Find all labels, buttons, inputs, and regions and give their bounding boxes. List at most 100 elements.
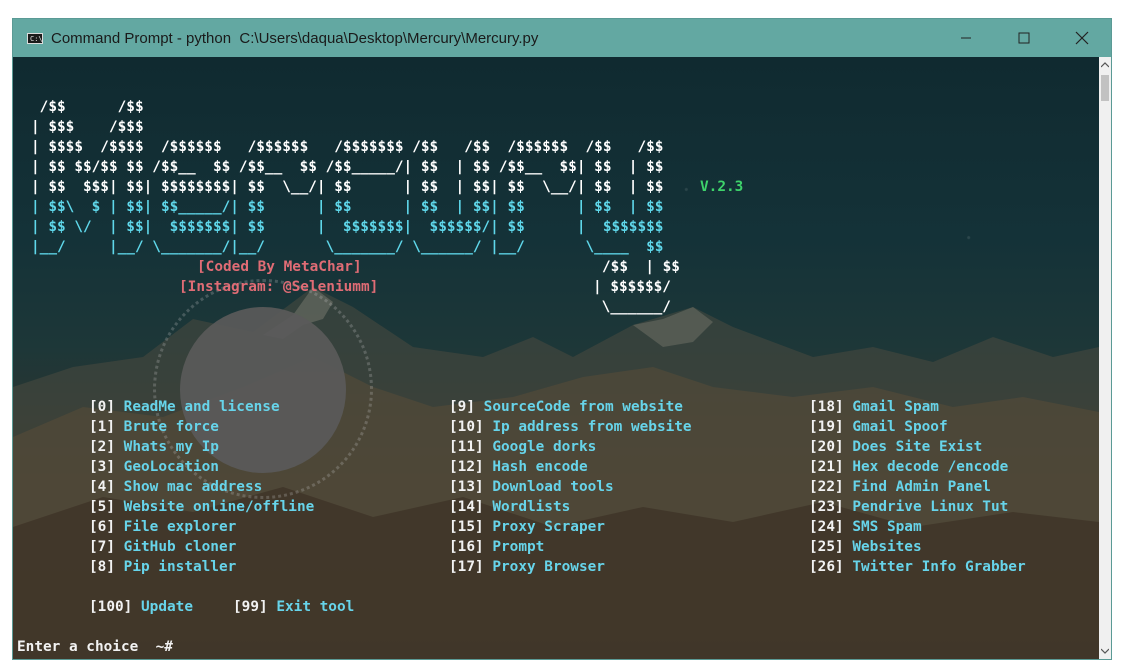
menu-key: [7] bbox=[89, 539, 115, 555]
menu-label: Download tools bbox=[492, 479, 614, 495]
scroll-thumb[interactable] bbox=[1101, 75, 1109, 101]
menu-key: [17] bbox=[449, 559, 484, 575]
menu-label: Google dorks bbox=[492, 439, 597, 455]
banner-line: /$$ | $$ bbox=[602, 259, 680, 275]
scroll-down-button[interactable] bbox=[1099, 643, 1111, 659]
menu-label: Websites bbox=[852, 539, 922, 555]
banner-line: | $$$$ /$$$$ /$$$$$$ /$$$$$$ /$$$$$$$ /$… bbox=[31, 139, 664, 155]
menu-label: Wordlists bbox=[492, 499, 571, 515]
title-bar[interactable]: C:\ Command Prompt - python C:\Users\daq… bbox=[13, 19, 1111, 57]
menu-label: GeoLocation bbox=[123, 459, 219, 475]
menu-label: Update bbox=[141, 599, 193, 615]
menu-label: GitHub cloner bbox=[123, 539, 237, 555]
menu-key: [15] bbox=[449, 519, 484, 535]
menu-key: [14] bbox=[449, 499, 484, 515]
menu-key: [23] bbox=[809, 499, 844, 515]
menu-label: Whats my Ip bbox=[123, 439, 219, 455]
menu-key: [26] bbox=[809, 559, 844, 575]
menu-key: [18] bbox=[809, 399, 844, 415]
menu-key: [13] bbox=[449, 479, 484, 495]
menu-item: [11] Google dorks bbox=[449, 437, 596, 457]
menu-item: [6] File explorer bbox=[89, 517, 236, 537]
menu-item: [24] SMS Spam bbox=[809, 517, 922, 537]
menu-item: [25] Websites bbox=[809, 537, 922, 557]
banner-line: | $$ \/ | $$| $$$$$$$| $$ | $$$$$$$| $$$… bbox=[31, 219, 664, 235]
menu-item: [18] Gmail Spam bbox=[809, 397, 939, 417]
menu-label: Gmail Spoof bbox=[852, 419, 948, 435]
version-label: V.2.3 bbox=[700, 179, 744, 195]
menu-label: SMS Spam bbox=[852, 519, 922, 535]
menu-key: [16] bbox=[449, 539, 484, 555]
chevron-down-icon bbox=[1101, 648, 1109, 654]
menu-key: [1] bbox=[89, 419, 115, 435]
menu-key: [10] bbox=[449, 419, 484, 435]
banner-line: /$$ /$$ bbox=[31, 99, 144, 115]
vertical-scrollbar[interactable] bbox=[1099, 57, 1111, 659]
menu-item: [5] Website online/offline bbox=[89, 497, 314, 517]
menu-label: Find Admin Panel bbox=[852, 479, 991, 495]
menu-item: [14] Wordlists bbox=[449, 497, 570, 517]
menu-label: Proxy Scraper bbox=[492, 519, 605, 535]
menu-item: [8] Pip installer bbox=[89, 557, 236, 577]
menu-item: [15] Proxy Scraper bbox=[449, 517, 605, 537]
chevron-up-icon bbox=[1101, 62, 1109, 68]
menu-item-update: [100] Update bbox=[89, 597, 193, 617]
minimize-button[interactable] bbox=[937, 19, 995, 57]
menu-label: Does Site Exist bbox=[852, 439, 983, 455]
menu-key: [6] bbox=[89, 519, 115, 535]
menu-item: [17] Proxy Browser bbox=[449, 557, 605, 577]
minimize-icon bbox=[961, 37, 971, 39]
banner-line: | $$$ /$$$ bbox=[31, 119, 144, 135]
menu-label: Website online/offline bbox=[123, 499, 315, 515]
console-output[interactable]: /$$ /$$ | $$$ /$$$ | $$$$ /$$$$ /$$$$$$ … bbox=[13, 57, 1099, 659]
menu-label: Hex decode /encode bbox=[852, 459, 1009, 475]
console-window: C:\ Command Prompt - python C:\Users\daq… bbox=[12, 18, 1112, 660]
menu-item: [7] GitHub cloner bbox=[89, 537, 236, 557]
menu-item: [21] Hex decode /encode bbox=[809, 457, 1008, 477]
menu-key: [19] bbox=[809, 419, 844, 435]
menu-key: [25] bbox=[809, 539, 844, 555]
menu-item: [12] Hash encode bbox=[449, 457, 588, 477]
menu-key: [8] bbox=[89, 559, 115, 575]
scroll-up-button[interactable] bbox=[1099, 57, 1111, 73]
menu-item: [26] Twitter Info Grabber bbox=[809, 557, 1026, 577]
banner-line: | $$$$$$/ bbox=[593, 279, 671, 295]
menu-key: [22] bbox=[809, 479, 844, 495]
banner-line: \______/ bbox=[593, 299, 671, 315]
menu-label: Pip installer bbox=[123, 559, 237, 575]
close-button[interactable] bbox=[1053, 19, 1111, 57]
menu-item: [1] Brute force bbox=[89, 417, 219, 437]
menu-label: Twitter Info Grabber bbox=[852, 559, 1026, 575]
cmd-app-icon: C:\ bbox=[27, 32, 43, 44]
menu-key: [3] bbox=[89, 459, 115, 475]
banner-line: | $$\ $ | $$| $$_____/| $$ | $$ | $$ | $… bbox=[31, 199, 664, 215]
banner-line: | $$ $$$| $$| $$$$$$$$| $$ \__/| $$ | $$… bbox=[31, 179, 664, 195]
menu-label: Exit tool bbox=[276, 599, 355, 615]
instagram-label: [Instagram: @Seleniumm] bbox=[179, 279, 379, 295]
menu-key: [4] bbox=[89, 479, 115, 495]
input-prompt[interactable]: Enter a choice ~# bbox=[17, 637, 173, 657]
menu-label: Proxy Browser bbox=[492, 559, 605, 575]
menu-label: Gmail Spam bbox=[852, 399, 939, 415]
menu-item: [4] Show mac address bbox=[89, 477, 262, 497]
menu-label: Hash encode bbox=[492, 459, 588, 475]
menu-key: [21] bbox=[809, 459, 844, 475]
menu-key: [20] bbox=[809, 439, 844, 455]
coded-by-label: [Coded By MetaChar] bbox=[197, 259, 362, 275]
menu-item: [2] Whats my Ip bbox=[89, 437, 219, 457]
menu-key: [99] bbox=[233, 599, 268, 615]
menu-item: [9] SourceCode from website bbox=[449, 397, 683, 417]
menu-label: Brute force bbox=[123, 419, 219, 435]
menu-label: Pendrive Linux Tut bbox=[852, 499, 1009, 515]
banner-line: |__/ |__/ \_______/|__/ \_______/ \_____… bbox=[31, 239, 664, 255]
menu-key: [9] bbox=[449, 399, 475, 415]
menu-key: [2] bbox=[89, 439, 115, 455]
menu-item: [3] GeoLocation bbox=[89, 457, 219, 477]
menu-key: [11] bbox=[449, 439, 484, 455]
menu-label: Show mac address bbox=[123, 479, 263, 495]
maximize-button[interactable] bbox=[995, 19, 1053, 57]
window-controls bbox=[937, 19, 1111, 57]
menu-item-exit: [99] Exit tool bbox=[233, 597, 354, 617]
menu-label: ReadMe and license bbox=[123, 399, 280, 415]
maximize-icon bbox=[1018, 32, 1030, 44]
